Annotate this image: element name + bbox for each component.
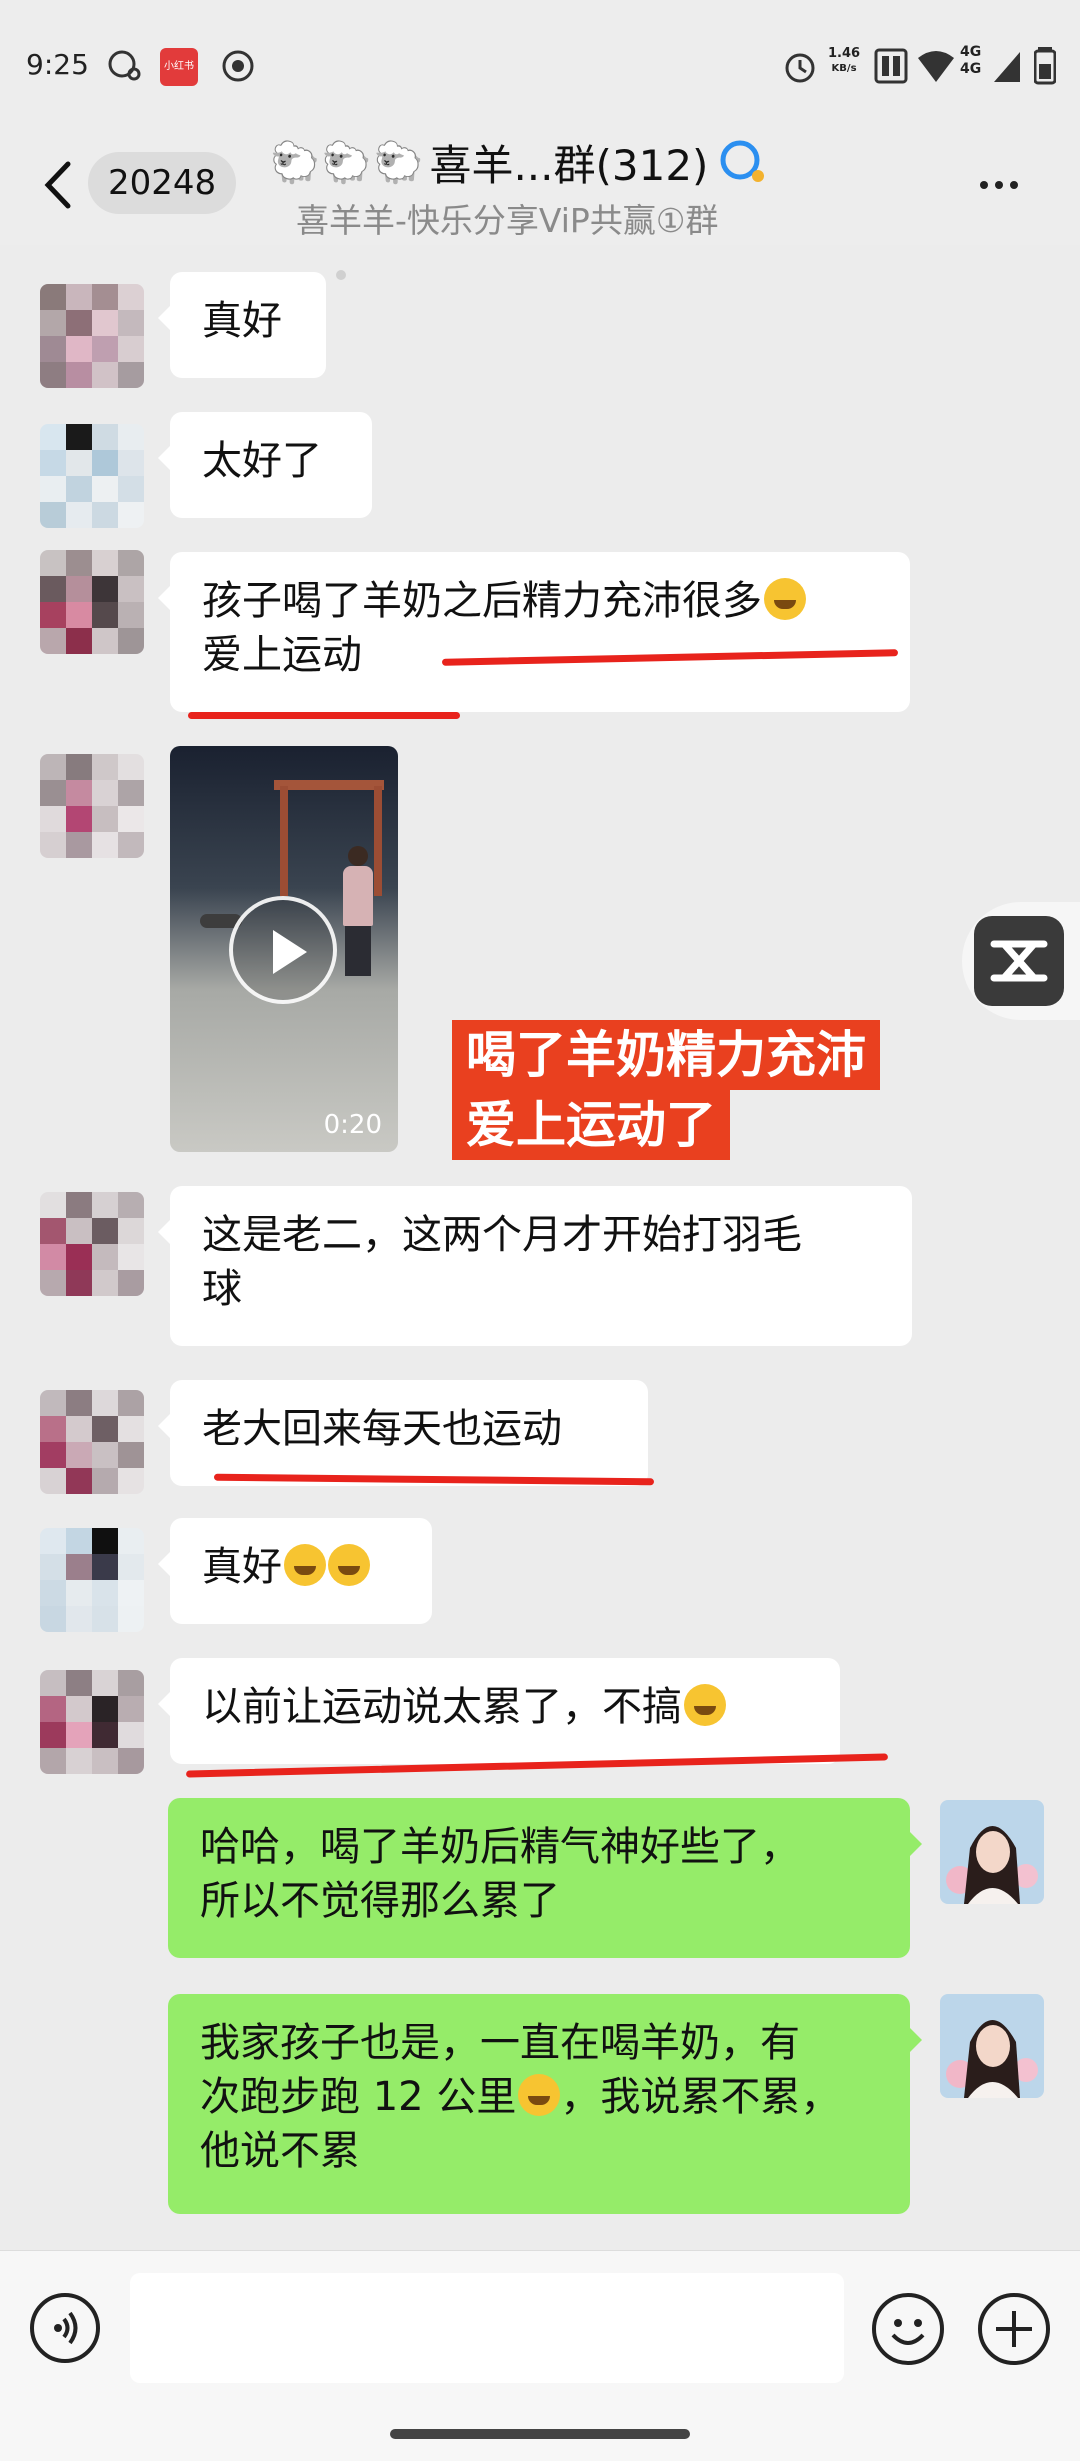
network-type: 4G 4G <box>960 44 982 77</box>
voice-input-button[interactable] <box>30 2293 100 2363</box>
wifi-icon <box>918 51 954 82</box>
message-text-line: 我家孩子也是，一直在喝羊奶，有 <box>200 2020 800 2066</box>
message-text-line: 球 <box>202 1266 242 1312</box>
hd-icon <box>874 48 908 84</box>
highlight-underline <box>188 712 460 719</box>
capcut-icon[interactable] <box>974 916 1064 1006</box>
signal-icon <box>994 52 1020 82</box>
video-thumbnail-person <box>338 846 378 976</box>
sweat-laugh-emoji-icon <box>684 1684 726 1726</box>
sheep-icon: 🐑 <box>270 139 320 186</box>
message-text-line: 次跑步跑 12 公里 <box>200 2074 517 2120</box>
home-indicator[interactable] <box>390 2429 690 2439</box>
red-caption-line: 喝了羊奶精力充沛 <box>452 1020 880 1090</box>
self-message-bubble[interactable]: 哈哈，喝了羊奶后精气神好些了， 所以不觉得那么累了 <box>168 1798 922 1958</box>
unread-count-badge[interactable]: 20248 <box>88 152 237 214</box>
message-bubble[interactable]: 这是老二，这两个月才开始打羽毛 球 <box>158 1186 912 1346</box>
video-thumbnail-post <box>280 786 288 896</box>
message-bubble[interactable]: 太好了 <box>158 412 372 518</box>
self-message-bubble[interactable]: 我家孩子也是，一直在喝羊奶，有 次跑步跑 12 公里 ，我说累不累， 他说不累 <box>168 1994 922 2214</box>
giggle-emoji-icon <box>328 1544 370 1586</box>
floating-app-tab[interactable] <box>962 902 1080 1020</box>
emoji-button[interactable] <box>872 2293 944 2365</box>
chat-title[interactable]: 🐑 🐑 🐑 喜羊...群(312) <box>270 132 790 192</box>
self-avatar[interactable] <box>940 1994 1044 2098</box>
more-functions-button[interactable] <box>978 2293 1050 2365</box>
message-text-line: 这是老二，这两个月才开始打羽毛 <box>202 1212 802 1258</box>
status-bar: 9:25 小红书 1.46 KB/s 4G 4G <box>0 0 1080 130</box>
member-avatar[interactable] <box>40 424 144 528</box>
xiaohongshu-notification-icon: 小红书 <box>160 48 198 86</box>
video-message[interactable]: 0:20 <box>170 746 398 1152</box>
member-avatar[interactable] <box>40 550 144 654</box>
smiley-icon <box>891 2319 925 2345</box>
red-caption-line: 爱上运动了 <box>452 1090 730 1160</box>
qq-notification-icon <box>108 50 141 81</box>
camera-notification-icon <box>222 50 254 82</box>
member-avatar[interactable] <box>40 1192 144 1296</box>
sheep-icon: 🐑 <box>321 139 372 186</box>
message-text: 真好 <box>202 1544 282 1590</box>
message-text-line: 他说不累 <box>200 2128 360 2174</box>
message-bubble[interactable]: 以前让运动说太累了，不搞 <box>158 1658 840 1764</box>
message-bubble[interactable]: 孩子喝了羊奶之后精力充沛很多 爱上运动 <box>158 552 910 712</box>
message-text-line: 孩子喝了羊奶之后精力充沛很多 <box>202 578 762 624</box>
member-avatar[interactable] <box>40 1390 144 1494</box>
giggle-emoji-icon <box>284 1544 326 1586</box>
back-arrow-icon[interactable] <box>40 160 76 210</box>
grinning-emoji-icon <box>764 578 806 620</box>
sheep-icon: 🐑 <box>373 139 424 186</box>
sweat-laugh-emoji-icon <box>518 2074 561 2116</box>
network-speed: 1.46 KB/s <box>828 46 861 74</box>
message-text-line: 哈哈，喝了羊奶后精气神好些了， <box>200 1824 800 1870</box>
voice-icon <box>54 2311 78 2345</box>
battery-icon <box>1034 47 1056 85</box>
chat-header: 20248 🐑 🐑 🐑 喜羊...群(312) 喜羊羊-快乐分享ViP共赢①群 <box>0 130 1080 245</box>
play-button-icon[interactable] <box>229 896 337 1004</box>
message-input-bar <box>0 2250 1080 2461</box>
member-avatar[interactable] <box>40 284 144 388</box>
member-avatar[interactable] <box>40 1528 144 1632</box>
message-text-line: ，我说累不累， <box>560 2074 841 2120</box>
chat-edge-dot <box>336 270 346 280</box>
group-chat-icon <box>720 140 765 182</box>
group-subtitle: 喜羊羊-快乐分享ViP共赢①群 <box>296 201 719 240</box>
member-avatar[interactable] <box>40 754 144 858</box>
self-avatar[interactable] <box>940 1800 1044 1904</box>
message-text: 以前让运动说太累了，不搞 <box>202 1684 682 1730</box>
message-bubble[interactable]: 老大回来每天也运动 <box>158 1380 648 1486</box>
alarm-icon <box>785 53 815 83</box>
video-duration: 0:20 <box>323 1110 382 1140</box>
status-time: 9:25 <box>26 48 89 81</box>
message-bubble[interactable]: 真好 <box>158 1518 432 1624</box>
more-options-icon[interactable] <box>980 174 1025 193</box>
member-avatar[interactable] <box>40 1670 144 1774</box>
message-text-line: 所以不觉得那么累了 <box>200 1878 560 1924</box>
message-bubble[interactable]: 真好 <box>158 272 326 378</box>
plus-icon <box>996 2311 1032 2347</box>
message-text-line: 爱上运动 <box>202 632 362 678</box>
message-input[interactable] <box>130 2273 844 2383</box>
group-name: 喜羊...群(312) <box>429 140 709 190</box>
